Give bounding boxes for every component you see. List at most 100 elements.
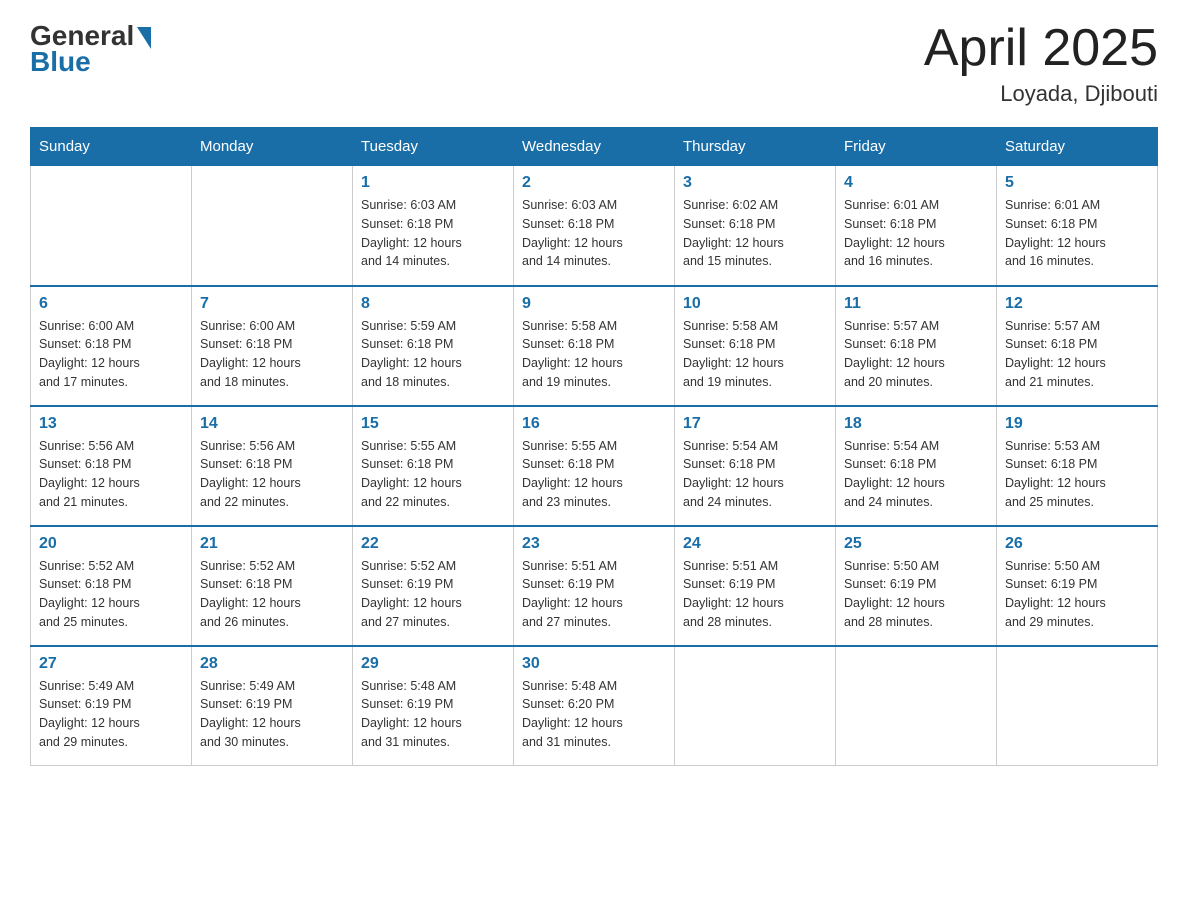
title-section: April 2025 Loyada, Djibouti — [924, 20, 1158, 107]
day-info: Sunrise: 6:02 AM Sunset: 6:18 PM Dayligh… — [683, 196, 827, 271]
calendar-cell: 22 Sunrise: 5:52 AM Sunset: 6:19 PM Dayli… — [353, 526, 514, 646]
col-thursday: Thursday — [675, 128, 836, 166]
day-info: Sunrise: 5:48 AM Sunset: 6:19 PM Dayligh… — [361, 677, 505, 752]
day-info: Sunrise: 5:59 AM Sunset: 6:18 PM Dayligh… — [361, 317, 505, 392]
day-info: Sunrise: 5:49 AM Sunset: 6:19 PM Dayligh… — [39, 677, 183, 752]
day-number: 26 — [1005, 535, 1149, 553]
calendar-cell: 1 Sunrise: 6:03 AM Sunset: 6:18 PM Daylig… — [353, 166, 514, 286]
page-header: General Blue April 2025 Loyada, Djibouti — [30, 20, 1158, 107]
day-info: Sunrise: 5:52 AM Sunset: 6:19 PM Dayligh… — [361, 557, 505, 632]
day-number: 9 — [522, 295, 666, 313]
day-number: 22 — [361, 535, 505, 553]
calendar-week-row: 1 Sunrise: 6:03 AM Sunset: 6:18 PM Daylig… — [31, 166, 1158, 286]
calendar-week-row: 27 Sunrise: 5:49 AM Sunset: 6:19 PM Dayli… — [31, 646, 1158, 766]
day-info: Sunrise: 5:50 AM Sunset: 6:19 PM Dayligh… — [1005, 557, 1149, 632]
calendar-cell: 7 Sunrise: 6:00 AM Sunset: 6:18 PM Daylig… — [192, 286, 353, 406]
calendar-header: Sunday Monday Tuesday Wednesday Thursday… — [31, 128, 1158, 166]
calendar-cell: 4Sunrise: 6:01 AM Sunset: 6:18 PM Daylig… — [836, 166, 997, 286]
calendar-cell: 3Sunrise: 6:02 AM Sunset: 6:18 PM Daylig… — [675, 166, 836, 286]
calendar-cell: 8 Sunrise: 5:59 AM Sunset: 6:18 PM Daylig… — [353, 286, 514, 406]
calendar-cell: 18 Sunrise: 5:54 AM Sunset: 6:18 PM Dayli… — [836, 406, 997, 526]
day-number: 6 — [39, 295, 183, 313]
day-number: 8 — [361, 295, 505, 313]
day-number: 21 — [200, 535, 344, 553]
day-number: 30 — [522, 655, 666, 673]
day-number: 18 — [844, 415, 988, 433]
day-info: Sunrise: 5:55 AM Sunset: 6:18 PM Dayligh… — [361, 437, 505, 512]
day-number: 20 — [39, 535, 183, 553]
day-number: 10 — [683, 295, 827, 313]
calendar-cell: 24 Sunrise: 5:51 AM Sunset: 6:19 PM Dayli… — [675, 526, 836, 646]
calendar-cell: 10Sunrise: 5:58 AM Sunset: 6:18 PM Dayli… — [675, 286, 836, 406]
day-info: Sunrise: 5:49 AM Sunset: 6:19 PM Dayligh… — [200, 677, 344, 752]
calendar-week-row: 13 Sunrise: 5:56 AM Sunset: 6:18 PM Dayli… — [31, 406, 1158, 526]
col-saturday: Saturday — [997, 128, 1158, 166]
day-number: 27 — [39, 655, 183, 673]
day-number: 5 — [1005, 174, 1149, 192]
logo-triangle-icon — [137, 27, 151, 49]
day-info: Sunrise: 5:48 AM Sunset: 6:20 PM Dayligh… — [522, 677, 666, 752]
col-friday: Friday — [836, 128, 997, 166]
col-monday: Monday — [192, 128, 353, 166]
calendar-cell: 14Sunrise: 5:56 AM Sunset: 6:18 PM Dayli… — [192, 406, 353, 526]
days-of-week-row: Sunday Monday Tuesday Wednesday Thursday… — [31, 128, 1158, 166]
calendar-cell: 6 Sunrise: 6:00 AM Sunset: 6:18 PM Daylig… — [31, 286, 192, 406]
calendar-cell: 9 Sunrise: 5:58 AM Sunset: 6:18 PM Daylig… — [514, 286, 675, 406]
calendar-cell: 25 Sunrise: 5:50 AM Sunset: 6:19 PM Dayli… — [836, 526, 997, 646]
calendar-cell: 15 Sunrise: 5:55 AM Sunset: 6:18 PM Dayli… — [353, 406, 514, 526]
location-text: Loyada, Djibouti — [924, 81, 1158, 107]
day-info: Sunrise: 6:01 AM Sunset: 6:18 PM Dayligh… — [1005, 196, 1149, 271]
calendar-cell: 19 Sunrise: 5:53 AM Sunset: 6:18 PM Dayli… — [997, 406, 1158, 526]
day-info: Sunrise: 5:52 AM Sunset: 6:18 PM Dayligh… — [200, 557, 344, 632]
calendar-cell: 5 Sunrise: 6:01 AM Sunset: 6:18 PM Daylig… — [997, 166, 1158, 286]
calendar-cell: 30 Sunrise: 5:48 AM Sunset: 6:20 PM Dayli… — [514, 646, 675, 766]
day-info: Sunrise: 5:53 AM Sunset: 6:18 PM Dayligh… — [1005, 437, 1149, 512]
day-info: Sunrise: 5:58 AM Sunset: 6:18 PM Dayligh… — [522, 317, 666, 392]
logo-blue-text: Blue — [30, 46, 91, 78]
calendar-table: Sunday Monday Tuesday Wednesday Thursday… — [30, 127, 1158, 766]
day-info: Sunrise: 5:50 AM Sunset: 6:19 PM Dayligh… — [844, 557, 988, 632]
calendar-week-row: 20 Sunrise: 5:52 AM Sunset: 6:18 PM Dayli… — [31, 526, 1158, 646]
month-title: April 2025 — [924, 20, 1158, 77]
day-info: Sunrise: 5:56 AM Sunset: 6:18 PM Dayligh… — [200, 437, 344, 512]
day-number: 17 — [683, 415, 827, 433]
calendar-cell — [997, 646, 1158, 766]
day-number: 7 — [200, 295, 344, 313]
day-number: 28 — [200, 655, 344, 673]
day-info: Sunrise: 5:54 AM Sunset: 6:18 PM Dayligh… — [683, 437, 827, 512]
day-number: 11 — [844, 295, 988, 313]
day-number: 12 — [1005, 295, 1149, 313]
day-number: 16 — [522, 415, 666, 433]
calendar-cell: 23Sunrise: 5:51 AM Sunset: 6:19 PM Dayli… — [514, 526, 675, 646]
day-number: 29 — [361, 655, 505, 673]
day-number: 1 — [361, 174, 505, 192]
day-number: 13 — [39, 415, 183, 433]
day-number: 15 — [361, 415, 505, 433]
calendar-cell — [675, 646, 836, 766]
day-info: Sunrise: 5:52 AM Sunset: 6:18 PM Dayligh… — [39, 557, 183, 632]
day-number: 24 — [683, 535, 827, 553]
col-wednesday: Wednesday — [514, 128, 675, 166]
calendar-cell — [192, 166, 353, 286]
calendar-cell: 26 Sunrise: 5:50 AM Sunset: 6:19 PM Dayli… — [997, 526, 1158, 646]
day-number: 4 — [844, 174, 988, 192]
day-number: 23 — [522, 535, 666, 553]
calendar-cell: 16Sunrise: 5:55 AM Sunset: 6:18 PM Dayli… — [514, 406, 675, 526]
day-number: 2 — [522, 174, 666, 192]
day-info: Sunrise: 5:57 AM Sunset: 6:18 PM Dayligh… — [844, 317, 988, 392]
calendar-cell: 11 Sunrise: 5:57 AM Sunset: 6:18 PM Dayli… — [836, 286, 997, 406]
day-info: Sunrise: 5:51 AM Sunset: 6:19 PM Dayligh… — [683, 557, 827, 632]
day-info: Sunrise: 6:03 AM Sunset: 6:18 PM Dayligh… — [361, 196, 505, 271]
calendar-cell: 12 Sunrise: 5:57 AM Sunset: 6:18 PM Dayli… — [997, 286, 1158, 406]
day-info: Sunrise: 5:56 AM Sunset: 6:18 PM Dayligh… — [39, 437, 183, 512]
calendar-cell — [836, 646, 997, 766]
day-info: Sunrise: 5:54 AM Sunset: 6:18 PM Dayligh… — [844, 437, 988, 512]
day-info: Sunrise: 6:00 AM Sunset: 6:18 PM Dayligh… — [39, 317, 183, 392]
day-number: 19 — [1005, 415, 1149, 433]
day-info: Sunrise: 6:03 AM Sunset: 6:18 PM Dayligh… — [522, 196, 666, 271]
day-info: Sunrise: 6:00 AM Sunset: 6:18 PM Dayligh… — [200, 317, 344, 392]
col-sunday: Sunday — [31, 128, 192, 166]
day-info: Sunrise: 5:57 AM Sunset: 6:18 PM Dayligh… — [1005, 317, 1149, 392]
day-number: 25 — [844, 535, 988, 553]
calendar-cell: 27 Sunrise: 5:49 AM Sunset: 6:19 PM Dayli… — [31, 646, 192, 766]
